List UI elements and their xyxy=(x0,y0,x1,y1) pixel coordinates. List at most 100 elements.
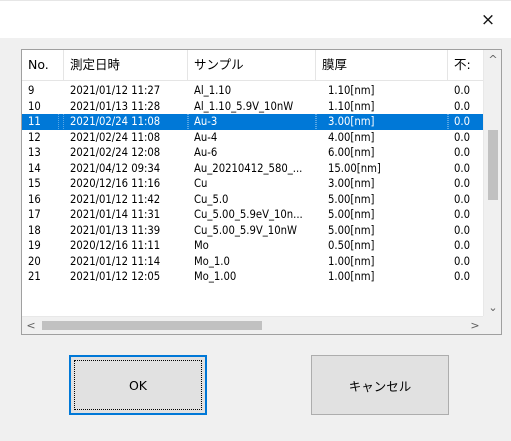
scroll-up-icon[interactable]: ^ xyxy=(484,50,501,68)
row-thickness: 0.50[nm] xyxy=(328,239,375,252)
row-no: 12 xyxy=(28,130,41,144)
row-no: 16 xyxy=(28,192,41,206)
horizontal-scroll-thumb[interactable] xyxy=(42,321,262,330)
row-no: 21 xyxy=(28,270,41,283)
row-extra: 0.0 xyxy=(454,161,471,175)
row-sample: Al_1.10_5.9V_10nW xyxy=(194,99,294,113)
scrollbar-corner xyxy=(483,316,501,334)
row-extra: 0.0 xyxy=(454,84,471,97)
row-sample: Mo_1.00 xyxy=(194,270,237,283)
row-no: 18 xyxy=(28,223,41,237)
row-extra: 0.0 xyxy=(454,130,471,144)
scroll-right-icon[interactable]: > xyxy=(466,317,484,334)
row-extra: 0.0 xyxy=(454,208,471,221)
row-no: 17 xyxy=(28,208,41,221)
row-extra: 0.0 xyxy=(454,223,471,237)
row-datetime: 2021/01/12 11:42 xyxy=(70,192,161,206)
row-sample: Au-3 xyxy=(187,113,317,131)
row-thickness: 1.00[nm] xyxy=(328,270,375,283)
row-datetime: 2021/02/24 11:08 xyxy=(70,130,161,144)
table-row[interactable]: 19 2020/12/16 11:11 Mo 0.50[nm] 0.0 xyxy=(22,238,484,254)
row-sample: Cu_5.00_5.9V_10nW xyxy=(194,223,297,237)
row-thickness: 1.10[nm] xyxy=(328,84,375,97)
ok-button[interactable]: OK xyxy=(69,355,207,415)
row-thickness: 5.00[nm] xyxy=(328,223,375,237)
row-no: 11 xyxy=(22,113,59,131)
row-sample: Al_1.10 xyxy=(194,84,232,97)
row-sample: Mo xyxy=(194,239,209,252)
list-rows: 9 2021/01/12 11:27 Al_1.10 1.10[nm] 0.0 10 202… xyxy=(22,83,484,285)
row-thickness: 1.00[nm] xyxy=(328,254,375,268)
header-datetime[interactable]: 測定日時 xyxy=(64,50,188,80)
row-no: 20 xyxy=(28,254,41,268)
row-extra: 0.0 xyxy=(447,113,484,131)
close-icon[interactable]: × xyxy=(465,1,511,38)
row-extra: 0.0 xyxy=(454,239,471,252)
row-no: 14 xyxy=(28,161,41,175)
vertical-scrollbar[interactable]: ^ ⌄ xyxy=(483,50,501,316)
row-datetime: 2020/12/16 11:16 xyxy=(70,177,161,190)
row-extra: 0.0 xyxy=(454,146,471,159)
row-datetime: 2021/01/13 11:28 xyxy=(70,99,161,113)
vertical-scroll-thumb[interactable] xyxy=(488,130,498,200)
table-row[interactable]: 13 2021/02/24 12:08 Au-6 6.00[nm] 0.0 xyxy=(22,145,484,161)
row-extra: 0.0 xyxy=(454,177,471,190)
table-row[interactable]: 11 2021/02/24 11:08 Au-3 3.00[nm] 0.0 xyxy=(22,113,484,131)
row-thickness: 5.00[nm] xyxy=(328,192,375,206)
row-sample: Mo_1.0 xyxy=(194,254,230,268)
row-no: 10 xyxy=(28,99,41,113)
row-no: 13 xyxy=(28,146,41,159)
table-row[interactable]: 10 2021/01/13 11:28 Al_1.10_5.9V_10nW 1.10[… xyxy=(22,99,484,115)
title-bar: × xyxy=(0,0,511,38)
table-row[interactable]: 17 2021/01/14 11:31 Cu_5.00_5.9eV_10n... 5.… xyxy=(22,207,484,223)
row-datetime: 2021/04/12 09:34 xyxy=(70,161,161,175)
row-extra: 0.0 xyxy=(454,254,471,268)
row-datetime: 2021/01/12 12:05 xyxy=(70,270,161,283)
table-row[interactable]: 18 2021/01/13 11:39 Cu_5.00_5.9V_10nW 5.00[… xyxy=(22,223,484,239)
header-thickness[interactable]: 膜厚 xyxy=(316,50,448,80)
table-row[interactable]: 9 2021/01/12 11:27 Al_1.10 1.10[nm] 0.0 xyxy=(22,83,484,99)
row-sample: Au_20210412_580_... xyxy=(194,161,303,175)
row-thickness: 3.00[nm] xyxy=(328,177,375,190)
row-datetime: 2021/01/12 11:27 xyxy=(70,84,161,97)
row-sample: Au-4 xyxy=(194,130,218,144)
row-no: 19 xyxy=(28,239,41,252)
scroll-down-icon[interactable]: ⌄ xyxy=(484,298,501,316)
row-thickness: 4.00[nm] xyxy=(328,130,375,144)
cancel-button[interactable]: キャンセル xyxy=(311,355,449,415)
row-thickness: 15.00[nm] xyxy=(328,161,381,175)
row-extra: 0.0 xyxy=(454,192,471,206)
row-extra: 0.0 xyxy=(454,99,471,113)
row-no: 9 xyxy=(28,84,35,97)
row-datetime: 2021/01/14 11:31 xyxy=(70,208,161,221)
row-thickness: 5.00[nm] xyxy=(328,208,375,221)
row-datetime: 2021/02/24 12:08 xyxy=(70,146,161,159)
row-thickness: 6.00[nm] xyxy=(328,146,375,159)
table-row[interactable]: 21 2021/01/12 12:05 Mo_1.00 1.00[nm] 0.0 xyxy=(22,269,484,285)
row-sample: Au-6 xyxy=(194,146,218,159)
row-sample: Cu_5.0 xyxy=(194,192,229,206)
table-row[interactable]: 15 2020/12/16 11:16 Cu 3.00[nm] 0.0 xyxy=(22,176,484,192)
horizontal-scrollbar[interactable]: < > xyxy=(22,316,484,334)
list-grid: No. 測定日時 サンプル 膜厚 不: 9 2021/01/12 11:27 Al_… xyxy=(22,50,484,316)
header-sample[interactable]: サンプル xyxy=(188,50,316,80)
scroll-left-icon[interactable]: < xyxy=(22,317,40,334)
measurement-list[interactable]: No. 測定日時 サンプル 膜厚 不: 9 2021/01/12 11:27 Al_… xyxy=(21,49,502,335)
row-datetime: 2021/02/24 11:08 xyxy=(63,113,189,131)
row-thickness: 1.10[nm] xyxy=(328,99,375,113)
row-datetime: 2020/12/16 11:11 xyxy=(70,239,161,252)
row-thickness: 3.00[nm] xyxy=(315,113,449,131)
row-no: 15 xyxy=(28,177,41,190)
row-extra: 0.0 xyxy=(454,270,471,283)
table-row[interactable]: 20 2021/01/12 11:14 Mo_1.0 1.00[nm] 0.0 xyxy=(22,254,484,270)
row-sample: Cu_5.00_5.9eV_10n... xyxy=(194,208,303,221)
row-datetime: 2021/01/12 11:14 xyxy=(70,254,161,268)
header-no[interactable]: No. xyxy=(22,50,64,80)
table-row[interactable]: 12 2021/02/24 11:08 Au-4 4.00[nm] 0.0 xyxy=(22,130,484,146)
row-datetime: 2021/01/13 11:39 xyxy=(70,223,161,237)
table-row[interactable]: 16 2021/01/12 11:42 Cu_5.0 5.00[nm] 0.0 xyxy=(22,192,484,208)
table-row[interactable]: 14 2021/04/12 09:34 Au_20210412_580_... 15.… xyxy=(22,161,484,177)
header-extra[interactable]: 不: xyxy=(448,50,484,80)
list-header: No. 測定日時 サンプル 膜厚 不: xyxy=(22,50,484,81)
row-sample: Cu xyxy=(194,177,208,190)
